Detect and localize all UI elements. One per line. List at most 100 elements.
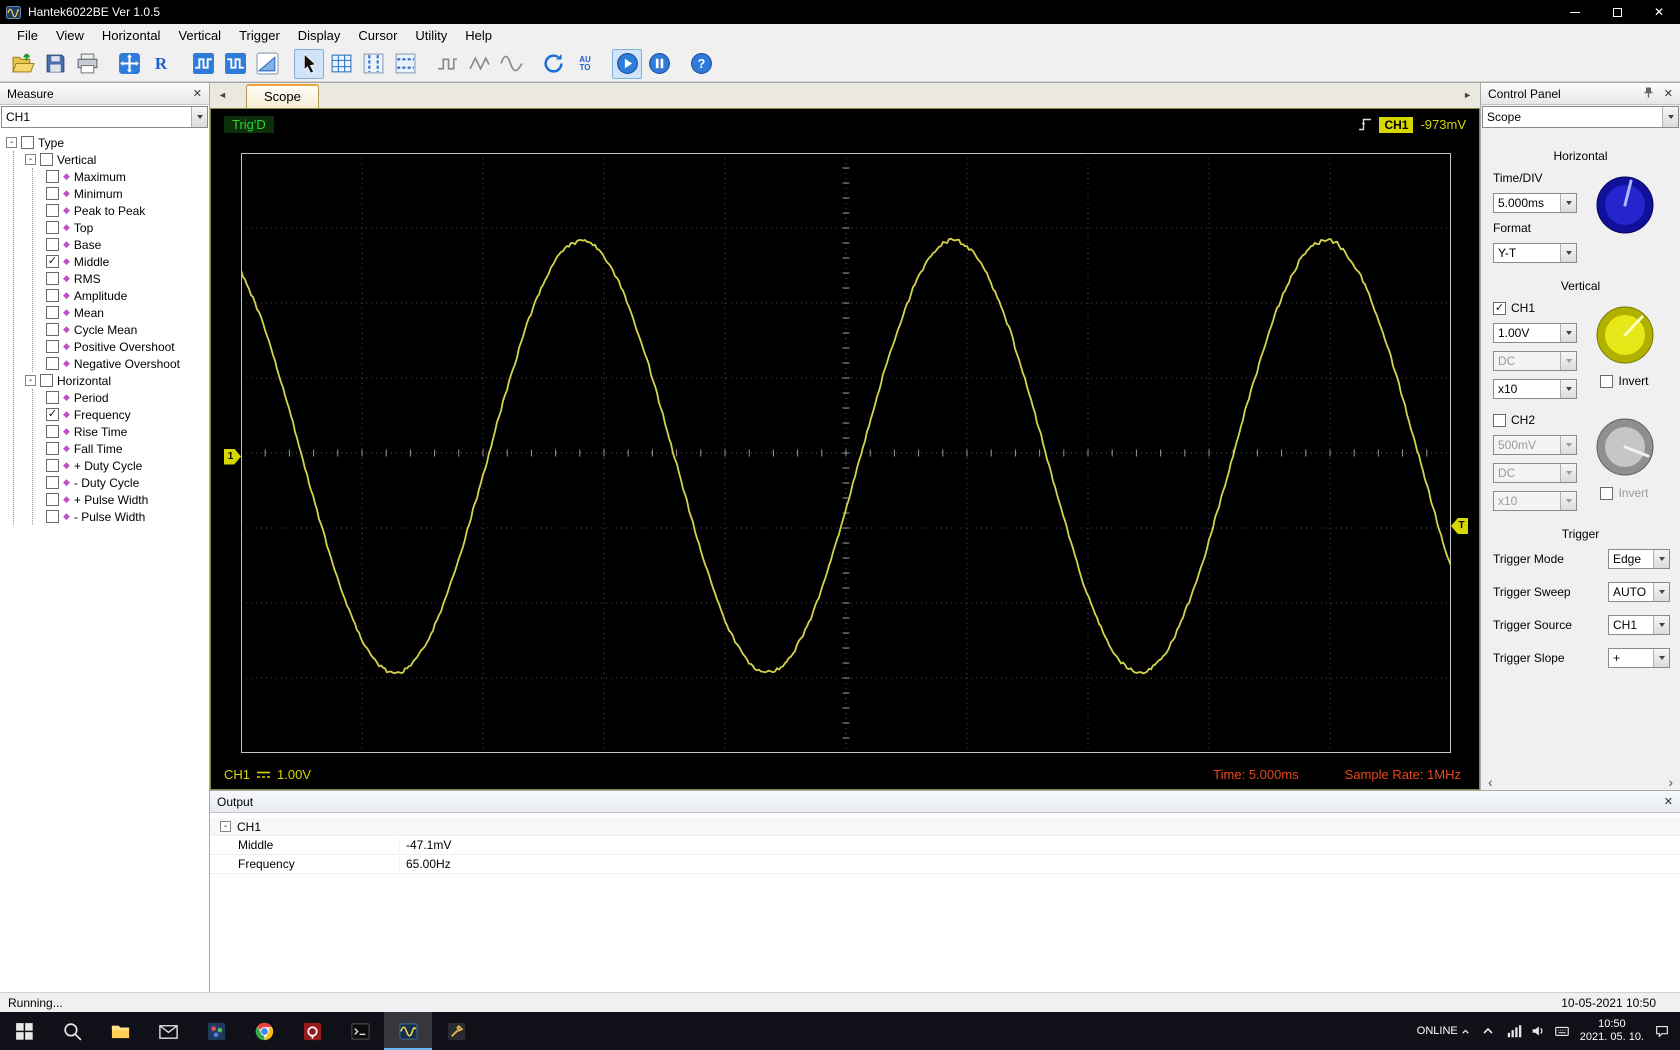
record-button[interactable]: R [146,49,176,79]
measure-item-row[interactable]: ◆Cycle Mean [46,321,209,338]
autoset-button[interactable]: AUTO [570,49,600,79]
step-interpolation-button[interactable] [432,49,462,79]
scroll-left-icon[interactable]: ‹ [1488,775,1493,789]
ch2-invert-checkbox[interactable] [1600,487,1613,500]
measure-item-row[interactable]: ◆+ Pulse Width [46,491,209,508]
pin-icon[interactable] [1642,86,1655,102]
measure-item-row[interactable]: ✓◆Middle [46,253,209,270]
measure-type-checkbox[interactable] [21,136,34,149]
ch1-invert[interactable]: Invert [1600,374,1648,388]
measure-item-checkbox[interactable] [46,459,59,472]
tab-scroll-right-icon[interactable]: ► [1463,90,1472,100]
keyboard-icon[interactable] [1554,1023,1570,1039]
measure-item-row[interactable]: ◆- Duty Cycle [46,474,209,491]
measure-item-checkbox[interactable] [46,204,59,217]
measure-item-checkbox[interactable] [46,221,59,234]
ch2-probe-select[interactable]: x10 [1493,491,1577,511]
ch1-invert-checkbox[interactable] [1600,375,1613,388]
expander-icon[interactable]: - [6,137,17,148]
open-file-button[interactable] [8,49,38,79]
chrome-taskbar-button[interactable] [240,1012,288,1050]
measure-item-row[interactable]: ◆Negative Overshoot [46,355,209,372]
measure-tree-root[interactable]: -Type [6,134,209,151]
ch2-enable[interactable]: CH2 [1493,413,1577,427]
measure-item-checkbox[interactable] [46,357,59,370]
photos-taskbar-button[interactable] [192,1012,240,1050]
output-group-row[interactable]: - CH1 [210,818,1680,836]
channel1-position-marker[interactable]: 1 [224,449,241,465]
measure-item-row[interactable]: ◆Maximum [46,168,209,185]
menu-cursor[interactable]: Cursor [349,26,406,45]
channel2-wave-button[interactable] [220,49,250,79]
utility-app-taskbar-button[interactable] [432,1012,480,1050]
ch1-checkbox[interactable]: ✓ [1493,302,1506,315]
trigger-slope-select[interactable]: + [1608,648,1670,668]
measure-item-checkbox[interactable] [46,391,59,404]
expander-icon[interactable]: - [25,154,36,165]
hidden-icons-button[interactable] [1480,1023,1496,1039]
minimize-button[interactable] [1554,0,1596,24]
menu-view[interactable]: View [47,26,93,45]
trigger-sweep-select[interactable]: AUTO [1608,582,1670,602]
time-div-knob[interactable] [1595,175,1655,235]
channel1-wave-button[interactable] [188,49,218,79]
menu-utility[interactable]: Utility [406,26,456,45]
close-button[interactable]: ✕ [1638,0,1680,24]
collapse-icon[interactable]: - [220,821,231,832]
measure-item-checkbox[interactable] [46,289,59,302]
close-icon[interactable]: ✕ [193,87,202,100]
grid-display-button[interactable] [326,49,356,79]
network-icon[interactable] [1506,1023,1522,1039]
measure-item-checkbox[interactable] [46,510,59,523]
measure-item-checkbox[interactable] [46,323,59,336]
measure-item-checkbox[interactable] [46,187,59,200]
format-select[interactable]: Y-T [1493,243,1577,263]
pdf-reader-taskbar-button[interactable] [288,1012,336,1050]
measure-item-checkbox[interactable] [46,170,59,183]
close-icon[interactable]: ✕ [1664,795,1673,808]
file-explorer-taskbar-button[interactable] [96,1012,144,1050]
measure-item-checkbox[interactable] [46,442,59,455]
pan-move-button[interactable] [114,49,144,79]
search-button[interactable] [48,1012,96,1050]
control-panel-select[interactable]: Scope [1482,106,1679,128]
menu-trigger[interactable]: Trigger [230,26,289,45]
measure-source-select[interactable]: CH1 [1,106,208,128]
linear-interpolation-button[interactable] [464,49,494,79]
trigger-source-select[interactable]: CH1 [1608,615,1670,635]
measure-group-checkbox[interactable] [40,153,53,166]
menu-horizontal[interactable]: Horizontal [93,26,170,45]
ch1-probe-select[interactable]: x10 [1493,379,1577,399]
trigger-mode-select[interactable]: Edge [1608,549,1670,569]
ch2-volts-knob[interactable] [1595,417,1655,477]
measure-item-row[interactable]: ◆+ Duty Cycle [46,457,209,474]
ch2-volts-select[interactable]: 500mV [1493,435,1577,455]
online-status[interactable]: ONLINE [1417,1025,1470,1037]
maximize-button[interactable] [1596,0,1638,24]
measure-item-row[interactable]: ◆Amplitude [46,287,209,304]
menu-file[interactable]: File [8,26,47,45]
hantek-scope-taskbar-button[interactable] [384,1012,432,1050]
measure-item-row[interactable]: ◆Period [46,389,209,406]
ch1-volts-knob[interactable] [1595,305,1655,365]
save-button[interactable] [40,49,70,79]
pointer-tool-button[interactable] [294,49,324,79]
trigger-level-marker[interactable]: T [1451,518,1468,534]
measure-item-row[interactable]: ◆Minimum [46,185,209,202]
mail-taskbar-button[interactable] [144,1012,192,1050]
measure-item-row[interactable]: ◆- Pulse Width [46,508,209,525]
sine-interpolation-button[interactable] [496,49,526,79]
menu-vertical[interactable]: Vertical [169,26,230,45]
measure-item-row[interactable]: ◆Base [46,236,209,253]
measure-item-checkbox[interactable] [46,238,59,251]
measure-item-checkbox[interactable] [46,476,59,489]
volume-icon[interactable] [1530,1023,1546,1039]
ch2-invert[interactable]: Invert [1600,486,1648,500]
measure-item-row[interactable]: ◆Peak to Peak [46,202,209,219]
ch1-volts-select[interactable]: 1.00V [1493,323,1577,343]
ch2-checkbox[interactable] [1493,414,1506,427]
print-button[interactable] [72,49,102,79]
measure-item-checkbox[interactable] [46,272,59,285]
taskbar-clock[interactable]: 10:50 2021. 05. 10. [1580,1018,1644,1044]
ch1-enable[interactable]: ✓ CH1 [1493,301,1577,315]
